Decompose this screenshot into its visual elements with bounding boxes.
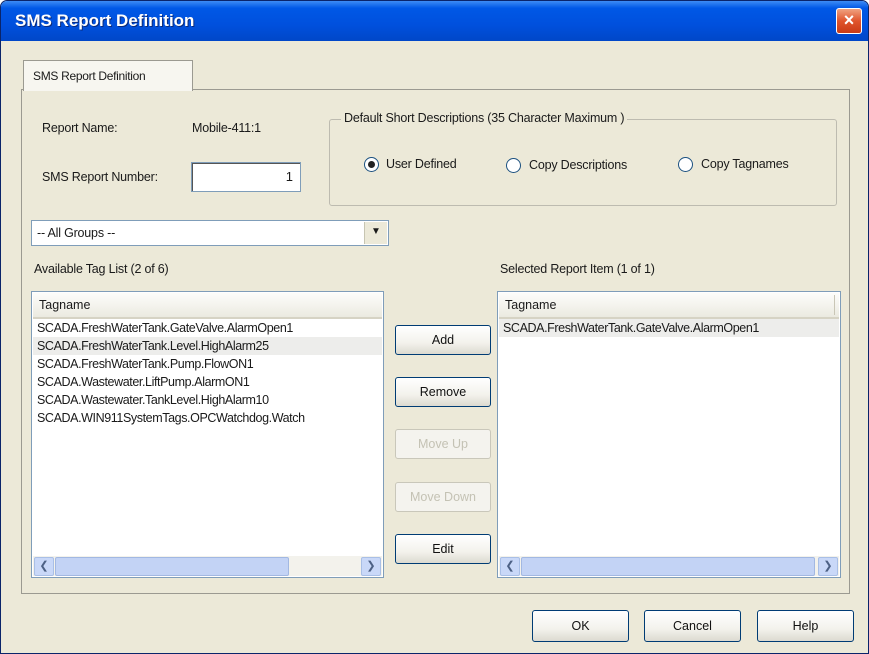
edit-button-label: Edit (432, 542, 454, 556)
dialog-window: SMS Report Definition × SMS Report Defin… (0, 0, 869, 654)
close-icon: × (843, 10, 855, 30)
edit-button[interactable]: Edit (395, 534, 491, 564)
report-name-label: Report Name: (42, 121, 118, 135)
cancel-button[interactable]: Cancel (644, 610, 741, 642)
report-number-label: SMS Report Number: (42, 170, 158, 184)
move-down-button[interactable]: Move Down (395, 482, 491, 512)
groups-dropdown[interactable]: -- All Groups -- ▼ (31, 220, 389, 246)
column-header-tagname: Tagname (505, 298, 557, 312)
list-item[interactable]: SCADA.Wastewater.LiftPump.AlarmON1 (33, 373, 382, 391)
help-button[interactable]: Help (757, 610, 854, 642)
radio-selected-dot (368, 161, 375, 168)
radio-copy-tagnames[interactable] (678, 157, 693, 172)
tab-label: SMS Report Definition (33, 69, 146, 83)
move-up-button-label: Move Up (417, 437, 469, 451)
chevron-right-icon[interactable]: ❯ (361, 557, 381, 576)
tab-sms-report-definition[interactable]: SMS Report Definition (23, 60, 193, 91)
selected-report-listbox[interactable]: Tagname SCADA.FreshWaterTank.GateValve.A… (497, 291, 841, 578)
list-item[interactable]: SCADA.FreshWaterTank.Pump.FlowON1 (33, 355, 382, 373)
chevron-left-icon[interactable]: ❮ (500, 557, 520, 576)
add-button-label: Add (431, 333, 455, 347)
chevron-down-icon[interactable]: ▼ (364, 222, 387, 244)
help-button-label: Help (792, 619, 819, 633)
report-number-value: 1 (285, 169, 293, 184)
available-tag-list-label: Available Tag List (2 of 6) (34, 262, 169, 276)
ok-button[interactable]: OK (532, 610, 629, 642)
scrollbar-thumb[interactable] (521, 557, 815, 576)
list-item[interactable]: SCADA.FreshWaterTank.Level.HighAlarm25 (33, 337, 382, 355)
radio-user-defined[interactable] (364, 157, 379, 172)
ok-button-label: OK (571, 619, 590, 633)
descriptions-group-title: Default Short Descriptions (35 Character… (341, 111, 628, 125)
add-button[interactable]: Add (395, 325, 491, 355)
title-bar[interactable]: SMS Report Definition × (1, 1, 868, 41)
radio-copy-descriptions-label[interactable]: Copy Descriptions (529, 158, 627, 172)
available-column-header[interactable]: Tagname (33, 293, 382, 319)
groups-dropdown-value: -- All Groups -- (37, 226, 116, 240)
radio-copy-descriptions[interactable] (506, 158, 521, 173)
list-item[interactable]: SCADA.FreshWaterTank.GateValve.AlarmOpen… (499, 319, 839, 337)
radio-user-defined-label[interactable]: User Defined (386, 157, 457, 171)
remove-button-label: Remove (419, 385, 467, 399)
radio-copy-tagnames-label[interactable]: Copy Tagnames (701, 157, 789, 171)
report-name-value: Mobile-411:1 (192, 121, 261, 135)
selected-column-header[interactable]: Tagname (499, 293, 839, 319)
chevron-right-icon[interactable]: ❯ (818, 557, 838, 576)
chevron-left-icon[interactable]: ❮ (34, 557, 54, 576)
cancel-button-label: Cancel (673, 619, 712, 633)
list-item[interactable]: SCADA.Wastewater.TankLevel.HighAlarm10 (33, 391, 382, 409)
list-item[interactable]: SCADA.FreshWaterTank.GateValve.AlarmOpen… (33, 319, 382, 337)
selected-horizontal-scrollbar[interactable]: ❮ ❯ (499, 556, 839, 576)
remove-button[interactable]: Remove (395, 377, 491, 407)
window-title: SMS Report Definition (15, 11, 195, 30)
move-up-button[interactable]: Move Up (395, 429, 491, 459)
scrollbar-thumb[interactable] (55, 557, 289, 576)
list-item[interactable]: SCADA.WIN911SystemTags.OPCWatchdog.Watch (33, 409, 382, 427)
column-header-tagname: Tagname (39, 298, 91, 312)
column-divider[interactable] (834, 295, 835, 315)
available-tag-listbox[interactable]: Tagname SCADA.FreshWaterTank.GateValve.A… (31, 291, 384, 578)
available-rows: SCADA.FreshWaterTank.GateValve.AlarmOpen… (33, 319, 382, 427)
move-down-button-label: Move Down (410, 490, 476, 504)
selected-rows: SCADA.FreshWaterTank.GateValve.AlarmOpen… (499, 319, 839, 337)
close-button[interactable]: × (836, 8, 862, 34)
selected-report-item-label: Selected Report Item (1 of 1) (500, 262, 655, 276)
report-number-field[interactable]: 1 (191, 162, 301, 192)
available-horizontal-scrollbar[interactable]: ❮ ❯ (33, 556, 382, 576)
